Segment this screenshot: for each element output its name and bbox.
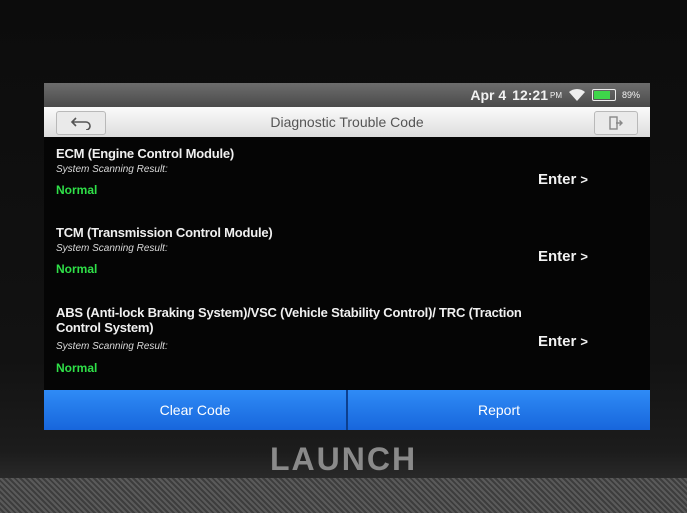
chevron-right-icon: > — [580, 334, 588, 349]
wifi-icon — [568, 88, 585, 101]
title-bar: Diagnostic Trouble Code — [44, 107, 650, 137]
device-screen: Apr 4 12:21 PM 89% Diagnostic Trouble Co… — [44, 83, 650, 430]
enter-label: Enter — [538, 248, 577, 265]
battery-icon — [591, 89, 616, 101]
chevron-right-icon: > — [580, 172, 588, 187]
device-bottom-strip — [0, 478, 687, 513]
enter-button[interactable]: Enter > — [538, 333, 588, 350]
module-name: ECM (Engine Control Module) — [56, 146, 235, 161]
module-result-label: System Scanning Result: — [56, 243, 168, 254]
status-time: 12:21 — [512, 87, 548, 103]
status-ampm: PM — [549, 90, 562, 100]
enter-button[interactable]: Enter > — [538, 171, 588, 188]
status-date: Apr 4 — [470, 87, 507, 103]
exit-icon — [609, 116, 623, 130]
enter-label: Enter — [538, 171, 577, 188]
enter-label: Enter — [538, 333, 577, 350]
report-button[interactable]: Report — [348, 390, 650, 430]
page-title: Diagnostic Trouble Code — [270, 114, 424, 130]
module-name: ABS (Anti-lock Braking System)/VSC (Vehi… — [56, 305, 522, 335]
status-bar: Apr 4 12:21 PM 89% — [44, 83, 650, 107]
battery-level-fill — [593, 91, 610, 99]
module-result-label: System Scanning Result: — [56, 164, 168, 175]
module-name: TCM (Transmission Control Module) — [56, 225, 273, 240]
chevron-right-icon: > — [580, 249, 588, 264]
action-bar: Clear Code Report — [44, 390, 650, 430]
battery-percent: 89% — [621, 90, 640, 100]
enter-button[interactable]: Enter > — [538, 248, 588, 265]
exit-button[interactable] — [594, 111, 638, 135]
module-result-label: System Scanning Result: — [56, 341, 168, 352]
clear-code-button[interactable]: Clear Code — [44, 390, 346, 430]
brand-logo: LAUNCH — [269, 441, 418, 477]
status-right-group: Apr 4 12:21 PM 89% — [470, 87, 640, 103]
module-status: Normal — [56, 262, 98, 276]
module-status: Normal — [56, 183, 98, 197]
module-status: Normal — [56, 361, 98, 375]
